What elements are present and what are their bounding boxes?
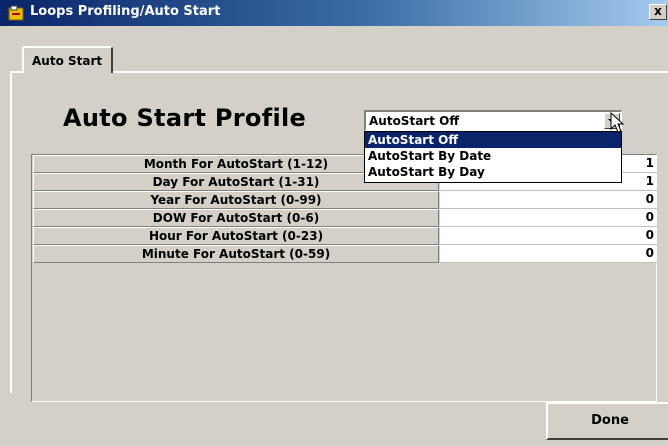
row-label: Year For AutoStart (0-99) [33,191,439,209]
close-icon: x [654,4,662,18]
table-row: DOW For AutoStart (0-6) 0 [33,209,657,227]
dropdown-option[interactable]: AutoStart By Day [365,164,621,180]
row-label: DOW For AutoStart (0-6) [33,209,439,227]
row-label: Hour For AutoStart (0-23) [33,227,439,245]
autostart-settings-grid: Month For AutoStart (1-12) 1 Day For Aut… [31,154,657,402]
row-value-cell[interactable]: 0 [440,209,657,227]
autostart-dropdown-list: AutoStart Off AutoStart By Date AutoStar… [364,131,622,183]
title-bar[interactable]: Loops Profiling/Auto Start x [0,0,668,26]
autostart-profile-select[interactable]: AutoStart Off [364,110,622,131]
auto-start-window: Loops Profiling/Auto Start x Auto Start … [0,0,668,446]
app-icon [8,5,24,21]
row-value-cell[interactable]: 0 [440,191,657,209]
tab-label: Auto Start [32,54,103,68]
row-value-cell[interactable]: 0 [440,245,657,263]
table-row: Minute For AutoStart (0-59) 0 [33,245,657,263]
table-row: Year For AutoStart (0-99) 0 [33,191,657,209]
row-value-cell[interactable]: 0 [440,227,657,245]
window-title: Loops Profiling/Auto Start [30,4,221,19]
table-row: Hour For AutoStart (0-23) 0 [33,227,657,245]
select-value: AutoStart Off [369,114,460,128]
dropdown-option[interactable]: AutoStart By Date [365,148,621,164]
done-label: Done [591,413,629,428]
mouse-cursor-icon [610,112,625,133]
tab-auto-start[interactable]: Auto Start [22,46,113,73]
dropdown-option[interactable]: AutoStart Off [365,132,621,148]
row-label: Minute For AutoStart (0-59) [33,245,439,263]
close-button[interactable]: x [649,4,667,20]
done-button[interactable]: Done [546,402,668,440]
profile-title: Auto Start Profile [63,104,307,132]
